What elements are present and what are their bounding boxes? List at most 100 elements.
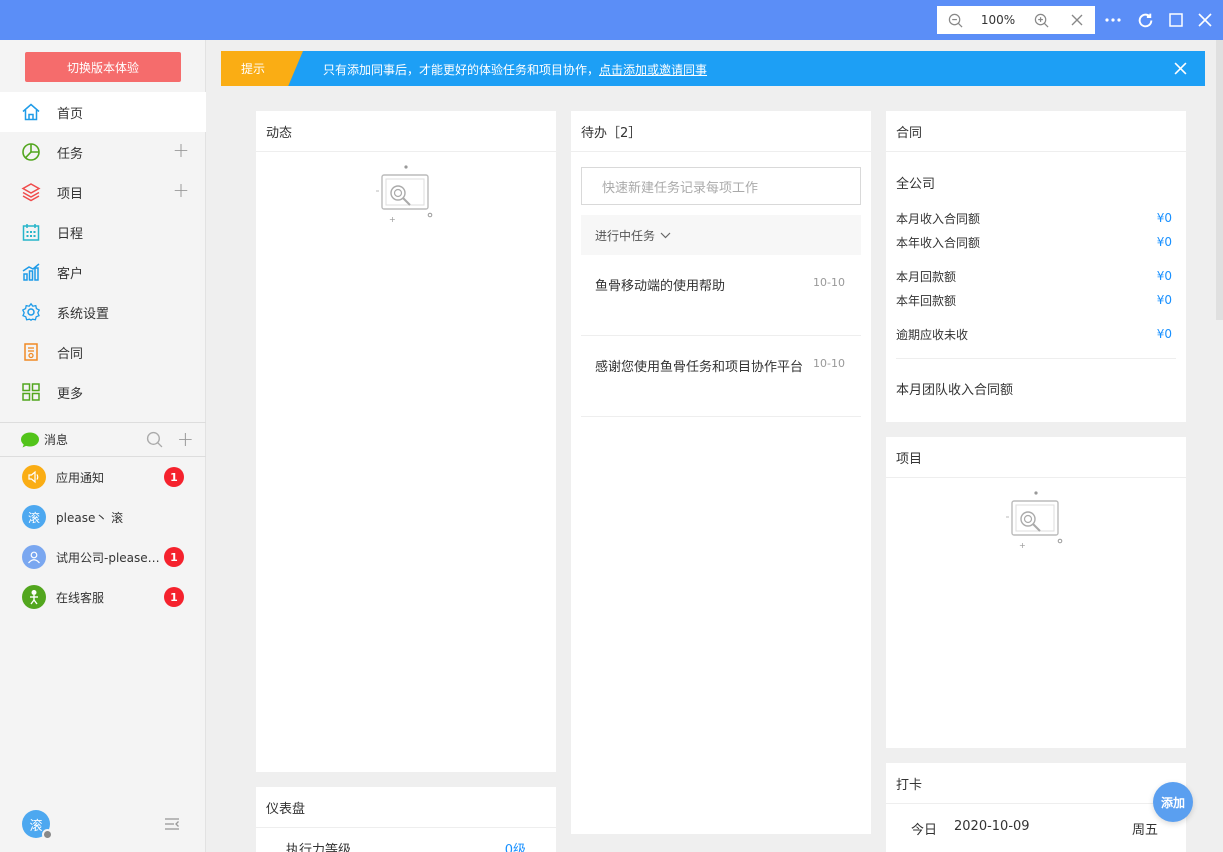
sidebar-item-tasks[interactable]: 任务 + — [0, 132, 206, 172]
contract-row-value: ¥0 — [1156, 269, 1172, 283]
execution-level-value[interactable]: 0级 — [505, 839, 526, 852]
contract-card: 合同 全公司 本月收入合同额 ¥0 本年收入合同额 ¥0 本月回款额 ¥0 本年回款额… — [886, 111, 1186, 422]
conversation-company[interactable]: 试用公司-please丶 滚 1 — [0, 537, 206, 577]
notice-tag: 提示 — [221, 51, 303, 86]
conversation-user[interactable]: 滚 please丶 滚 — [0, 497, 206, 537]
more-button[interactable] — [1099, 6, 1127, 34]
sidebar-item-more[interactable]: 更多 — [0, 372, 206, 412]
task-filter-dropdown[interactable]: 进行中任务 — [581, 215, 861, 255]
card-title: 动态 — [256, 111, 556, 152]
switch-version-button[interactable]: 切换版本体验 — [25, 52, 181, 82]
support-icon — [22, 585, 46, 609]
search-icon — [146, 431, 163, 448]
contract-row: 本月收入合同额 ¥0 — [896, 206, 1176, 230]
sidebar-item-label: 首页 — [57, 106, 84, 122]
my-avatar[interactable]: 滚 — [22, 810, 53, 840]
invite-colleague-link[interactable]: 点击添加或邀请同事 — [599, 63, 707, 77]
scrollbar[interactable] — [1216, 40, 1223, 320]
checkin-today-label: 今日 — [911, 823, 938, 838]
task-item[interactable]: 鱼骨移动端的使用帮助 10-10 — [581, 255, 861, 336]
contract-row-label: 逾期应收未收 — [896, 327, 969, 342]
close-icon — [1071, 14, 1083, 26]
refresh-icon — [1138, 13, 1152, 27]
notice-message: 只有添加同事后，才能更好的体验任务和项目协作， — [323, 63, 600, 77]
checkin-card: 打卡 今日 2020-10-09 周五 — [886, 763, 1186, 852]
chart-icon — [20, 261, 42, 283]
pie-icon — [20, 141, 42, 163]
contract-row: 逾期应收未收 ¥0 — [896, 322, 1176, 346]
new-message-button[interactable]: + — [177, 427, 194, 451]
chat-icon — [21, 432, 39, 447]
card-title: 待办［2］ — [571, 111, 871, 152]
conversation-label: 在线客服 — [56, 590, 105, 605]
sidebar-item-settings[interactable]: 系统设置 — [0, 292, 206, 332]
messages-header: 消息 + — [0, 422, 206, 457]
sidebar-nav: 首页 任务 + 项目 + 日程 客户 系统设置 合同 更多 — [0, 92, 206, 412]
avatar-text: 滚 — [29, 818, 43, 834]
zoom-out-icon — [948, 13, 962, 27]
zoom-out-button[interactable] — [937, 6, 973, 34]
execution-level-row: 执行力等级 0级 — [286, 839, 526, 852]
collapse-sidebar-button[interactable] — [164, 816, 180, 836]
avatar: 滚 — [22, 505, 46, 529]
maximize-icon — [1169, 13, 1183, 27]
message-search-button[interactable] — [146, 431, 163, 452]
layers-icon — [20, 181, 42, 203]
add-project-button[interactable]: + — [172, 180, 190, 200]
task-title: 感谢您使用鱼骨任务和项目协作平台 — [595, 360, 804, 375]
zoom-level: 100% — [980, 13, 1016, 27]
team-contract-label: 本月团队收入合同额 — [896, 358, 1176, 398]
add-task-button[interactable]: + — [172, 140, 190, 160]
zoom-in-button[interactable] — [1023, 6, 1059, 34]
task-title: 鱼骨移动端的使用帮助 — [595, 279, 726, 294]
conversation-app-notice[interactable]: 应用通知 1 — [0, 457, 206, 497]
sidebar-item-label: 日程 — [57, 226, 84, 242]
notice-close-button[interactable] — [1174, 60, 1187, 79]
checkin-date: 2020-10-09 — [954, 819, 1030, 834]
empty-state-icon: + — [1004, 489, 1068, 553]
card-title: 仪表盘 — [256, 787, 556, 828]
sidebar-item-label: 系统设置 — [57, 306, 110, 322]
task-item[interactable]: 感谢您使用鱼骨任务和项目协作平台 10-10 — [581, 336, 861, 417]
conversation-label: 应用通知 — [56, 470, 105, 485]
sidebar: 切换版本体验 首页 任务 + 项目 + 日程 客户 系统设置 合同 更多 消息 … — [0, 40, 206, 852]
contract-row-label: 本年回款额 — [896, 293, 957, 308]
messages-label: 消息 — [44, 433, 69, 447]
card-title: 合同 — [886, 111, 1186, 152]
maximize-button[interactable] — [1162, 6, 1190, 34]
refresh-button[interactable] — [1131, 6, 1159, 34]
contract-row: 本月回款额 ¥0 — [896, 264, 1176, 288]
add-button[interactable]: 添加 — [1153, 782, 1193, 822]
checkin-weekday: 周五 — [1132, 823, 1159, 838]
close-icon — [1198, 13, 1212, 27]
more-icon — [1105, 18, 1121, 22]
conversation-label: 试用公司-please丶 滚 — [56, 550, 160, 565]
grid-icon — [20, 381, 42, 403]
close-icon — [1174, 62, 1187, 75]
contract-row-label: 本年收入合同额 — [896, 235, 981, 250]
sidebar-item-label: 客户 — [57, 266, 84, 282]
zoom-close-button[interactable] — [1059, 6, 1095, 34]
close-window-button[interactable] — [1191, 6, 1219, 34]
group-icon — [22, 545, 46, 569]
sidebar-item-customers[interactable]: 客户 — [0, 252, 206, 292]
todo-card: 待办［2］ 快速新建任务记录每项工作 进行中任务 鱼骨移动端的使用帮助 10-1… — [571, 111, 871, 834]
sidebar-item-home[interactable]: 首页 — [0, 92, 206, 132]
conversation-support[interactable]: 在线客服 1 — [0, 577, 206, 617]
zoom-in-icon — [1034, 13, 1048, 27]
gear-icon — [20, 301, 42, 323]
sidebar-item-projects[interactable]: 项目 + — [0, 172, 206, 212]
speaker-icon — [22, 465, 46, 489]
execution-level-label: 执行力等级 — [286, 843, 352, 852]
sidebar-item-contracts[interactable]: 合同 — [0, 332, 206, 372]
task-filter-label: 进行中任务 — [595, 228, 656, 243]
empty-state-icon: + — [374, 163, 438, 227]
contract-row-label: 本月回款额 — [896, 269, 957, 284]
sidebar-item-schedule[interactable]: 日程 — [0, 212, 206, 252]
unread-badge: 1 — [164, 547, 184, 567]
svg-text:+: + — [1019, 541, 1026, 549]
quick-task-input[interactable]: 快速新建任务记录每项工作 — [581, 167, 861, 205]
sidebar-item-label: 合同 — [57, 346, 84, 362]
